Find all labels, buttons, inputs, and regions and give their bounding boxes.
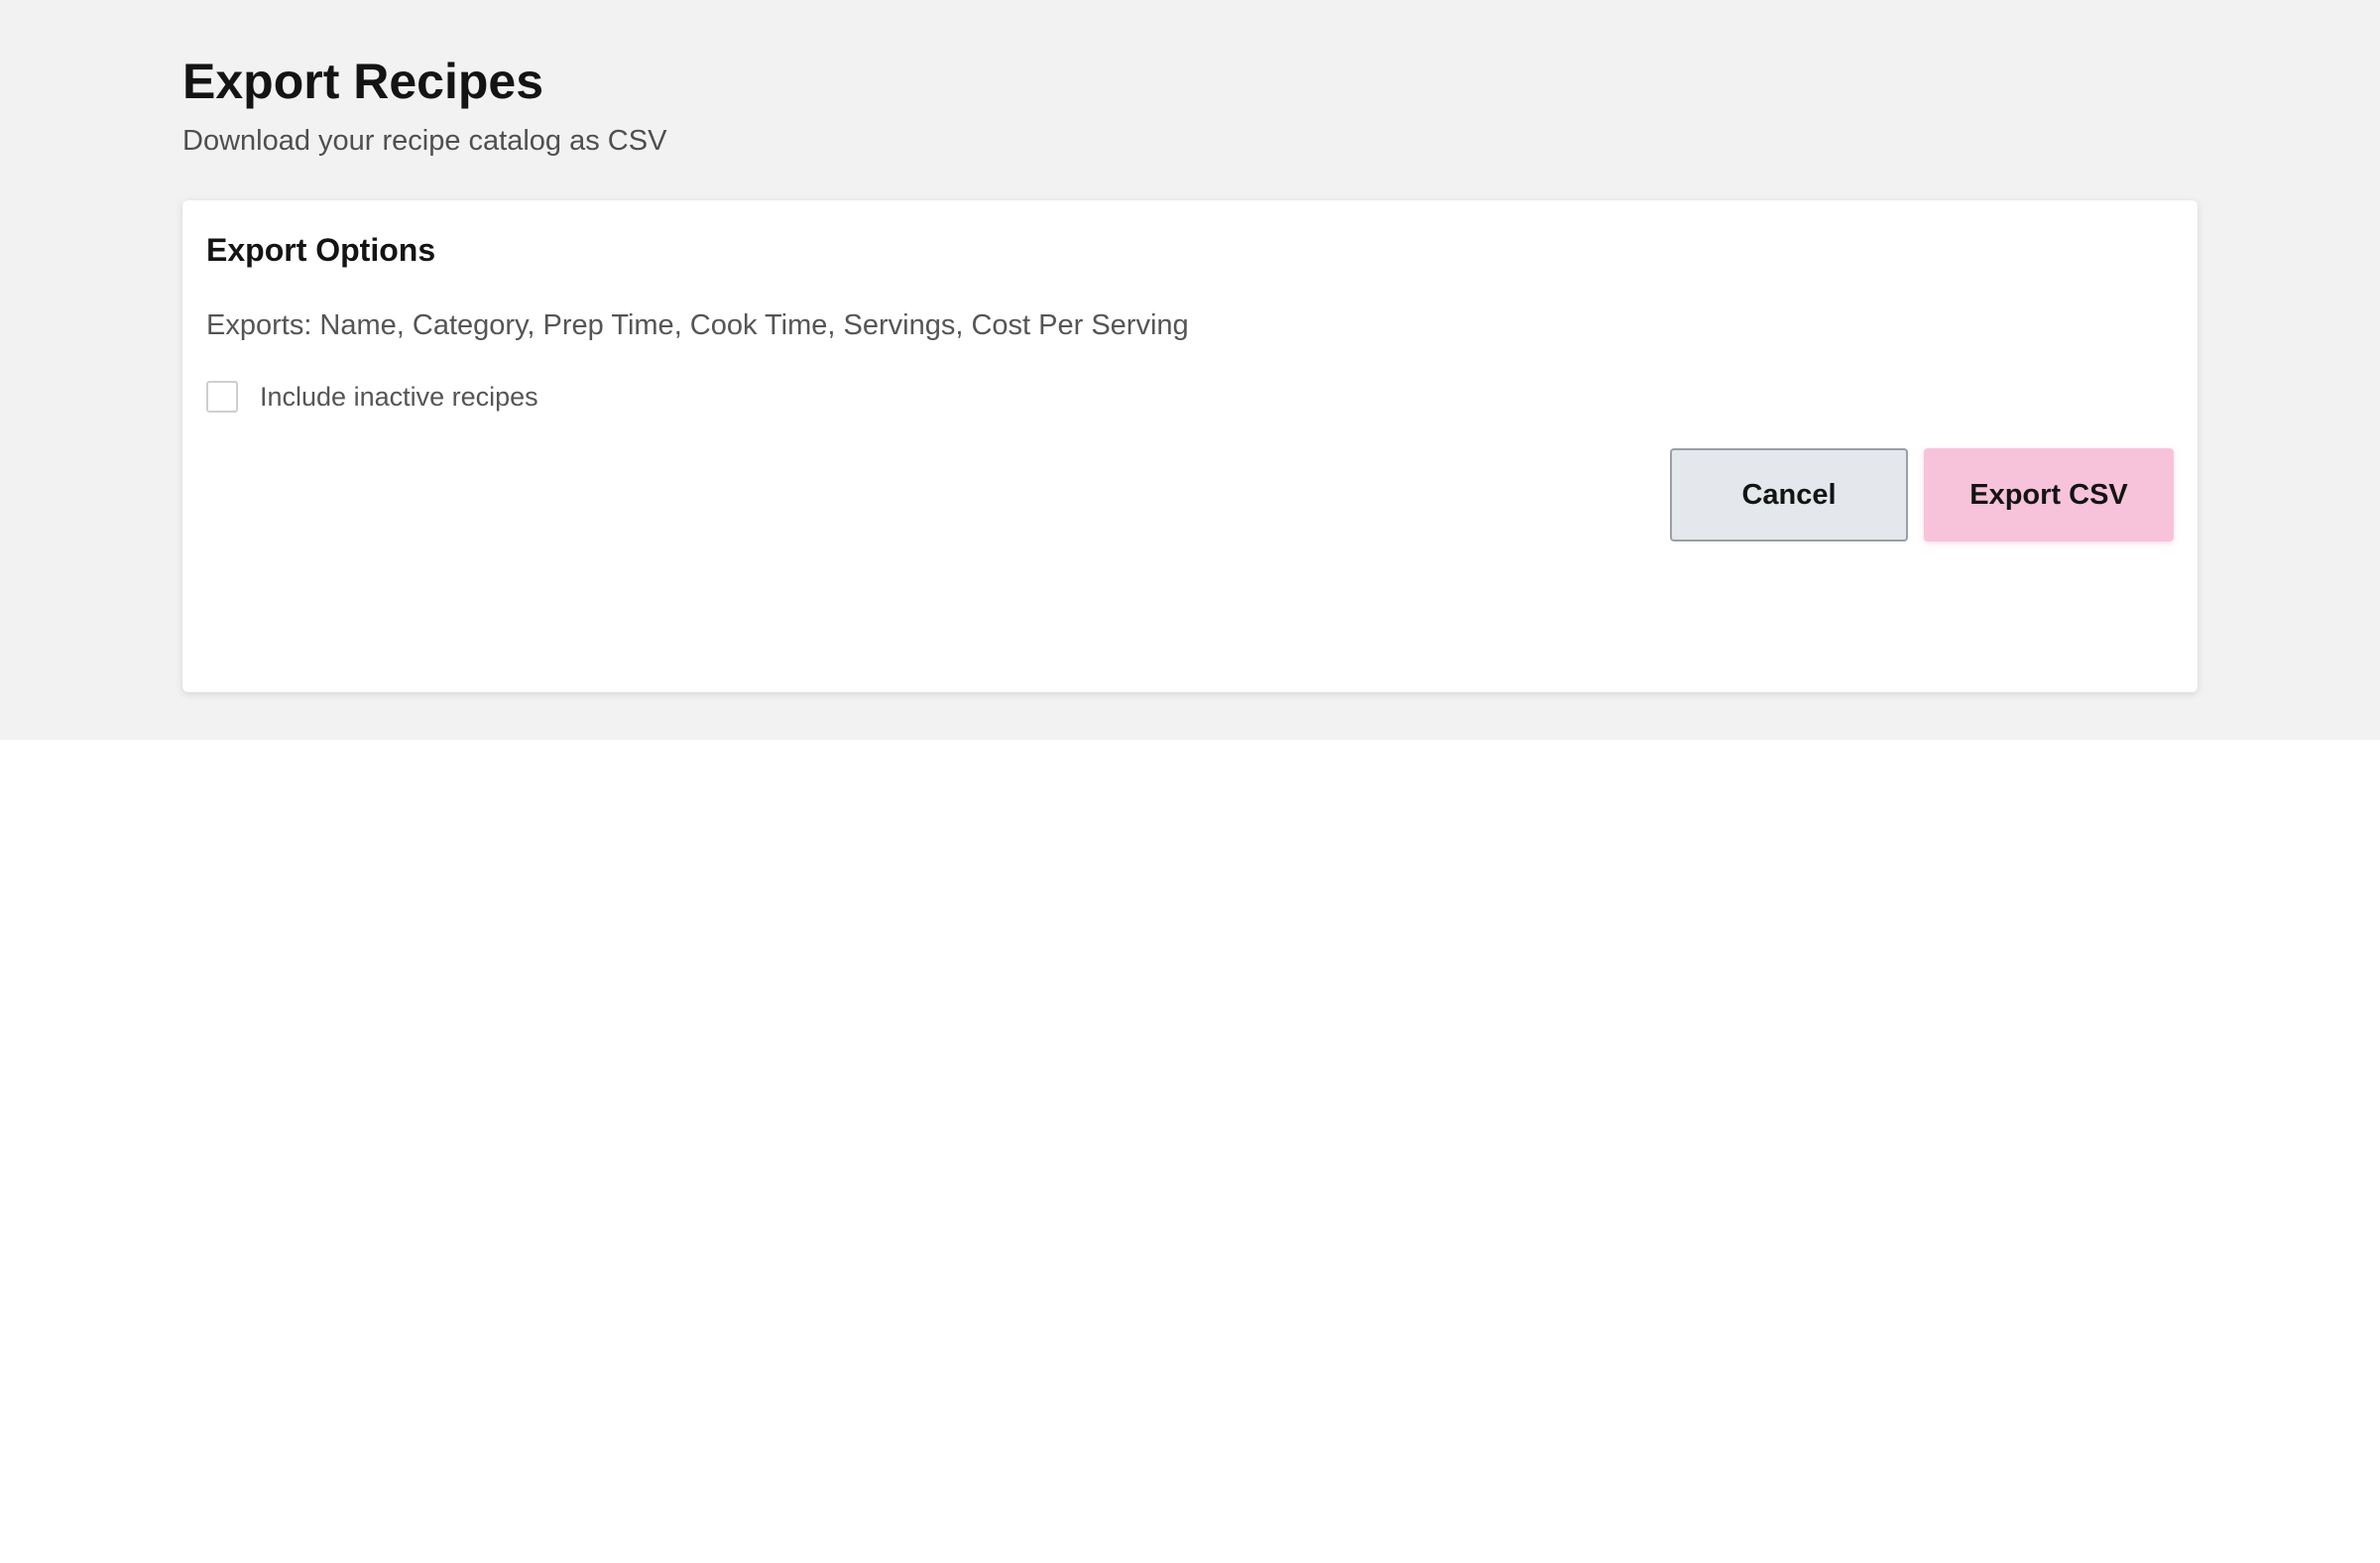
card-title: Export Options: [206, 232, 436, 268]
page-title: Export Recipes: [182, 54, 544, 109]
export-fields-description: Exports: Name, Category, Prep Time, Cook…: [206, 309, 1189, 341]
cancel-button[interactable]: Cancel: [1670, 448, 1908, 541]
page-subtitle: Download your recipe catalog as CSV: [182, 125, 667, 157]
page-header: Export Recipes Download your recipe cata…: [182, 52, 666, 159]
include-inactive-label: Include inactive recipes: [260, 382, 538, 412]
action-buttons: Cancel Export CSV: [1670, 448, 2174, 541]
include-inactive-checkbox[interactable]: [206, 381, 238, 413]
include-inactive-option[interactable]: Include inactive recipes: [206, 379, 538, 415]
export-options-card: Export Options Exports: Name, Category, …: [182, 200, 2198, 692]
export-csv-button[interactable]: Export CSV: [1924, 448, 2174, 541]
